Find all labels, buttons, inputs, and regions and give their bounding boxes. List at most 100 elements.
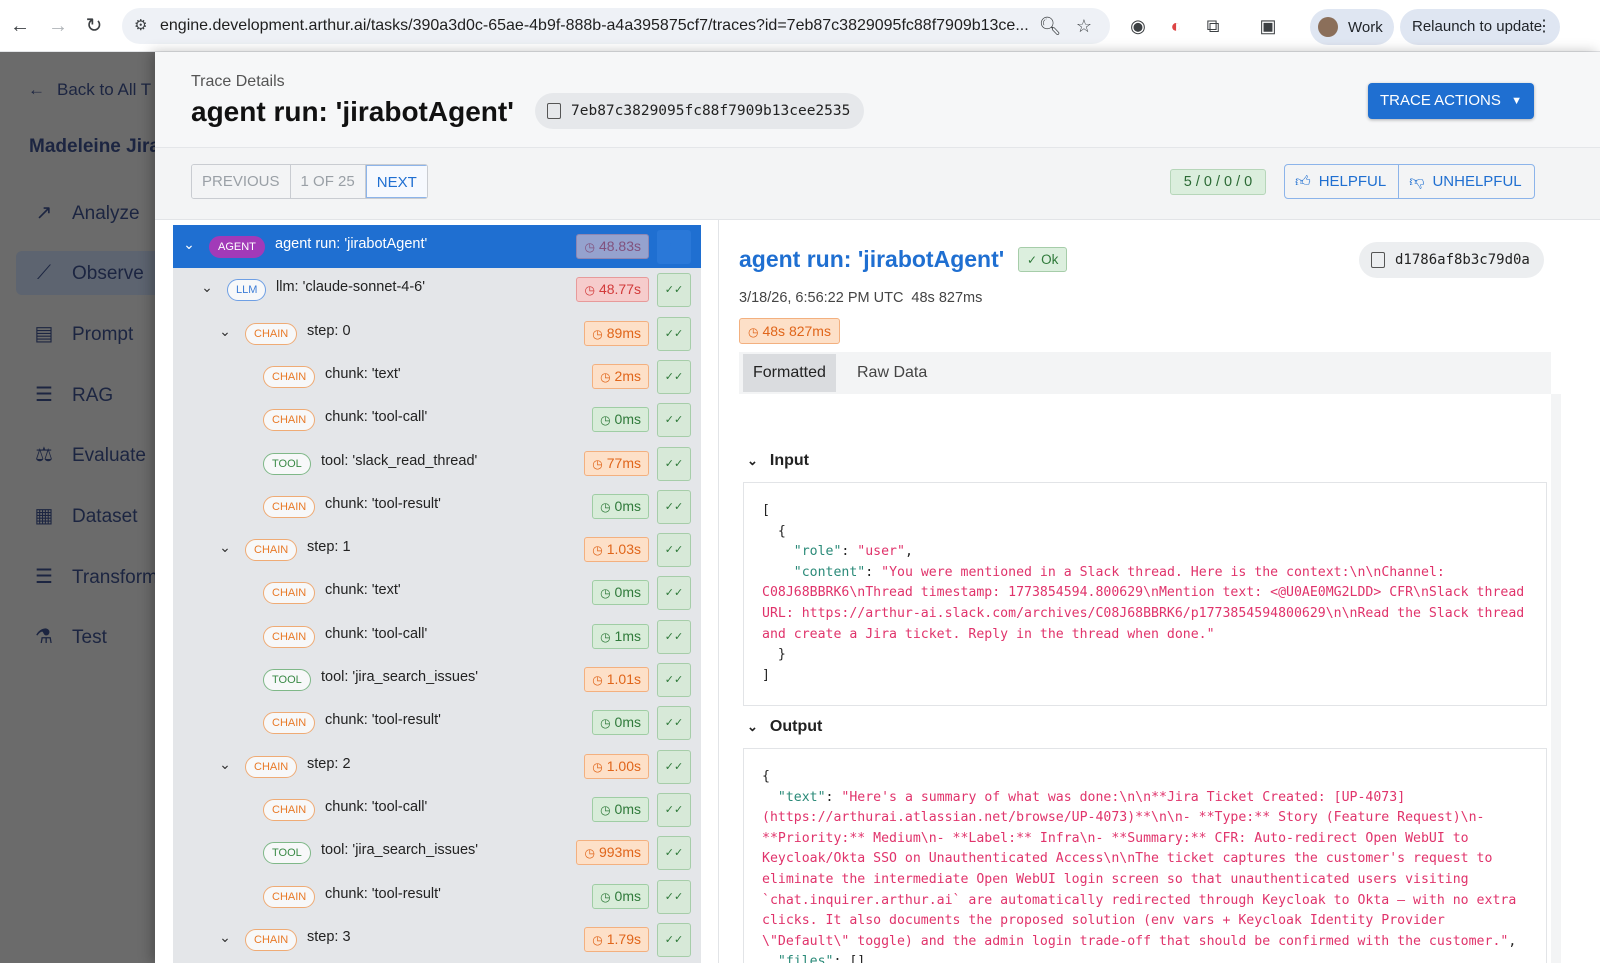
input-section-toggle[interactable]: ⌄ Input (747, 452, 809, 470)
chevron-down-icon[interactable]: ⌄ (217, 323, 233, 340)
tab-formatted[interactable]: Formatted (743, 354, 836, 392)
tree-row[interactable]: TOOL tool: 'slack_read_thread' ◷ 77ms ✓✓ (173, 442, 701, 485)
trace-actions-button[interactable]: TRACE ACTIONS ▼ (1368, 83, 1534, 119)
scrollbar[interactable] (1551, 394, 1561, 963)
sidebar-item-transform[interactable]: ☰ Transform (16, 555, 176, 599)
sidebar-item-observe[interactable]: ⟋ Observe (16, 251, 176, 295)
tree-row[interactable]: TOOL tool: 'jira_search_issues' ◷ 993ms ✓✓ (173, 831, 701, 874)
relaunch-label: Relaunch to update (1412, 18, 1543, 35)
double-check-icon[interactable]: ✓✓ (657, 663, 691, 697)
sidebar-item-prompt[interactable]: ▤ Prompt (16, 312, 176, 356)
tree-row[interactable]: ⌄ CHAIN step: 0 ◷ 89ms ✓✓ (173, 312, 701, 355)
media-icon[interactable]: ▣ (1256, 14, 1280, 38)
duration-badge: ◷ 1.79s (584, 926, 649, 952)
sidebar-item-test[interactable]: ⚗ Test (16, 615, 176, 659)
extension-color-icon[interactable]: ◐ (1164, 14, 1188, 38)
span-name: chunk: 'text' (325, 582, 401, 599)
previous-button[interactable]: PREVIOUS (192, 165, 291, 198)
double-check-icon[interactable]: ✓✓ (657, 576, 691, 611)
span-type-badge: CHAIN (263, 712, 316, 735)
back-arrow-icon[interactable]: ← (8, 14, 32, 38)
double-check-icon[interactable]: ✓✓ (657, 792, 691, 827)
tree-row[interactable]: ⌄ LLM llm: 'claude-sonnet-4-6' ◷ 48.77s ✓✓ (173, 268, 701, 311)
tree-row[interactable]: CHAIN chunk: 'tool-call' ◷ 0ms ✓✓ (173, 398, 701, 441)
bookmark-star-icon[interactable]: ☆ (1072, 14, 1096, 38)
helpful-button[interactable]: 👍︎ HELPFUL (1285, 165, 1400, 198)
duration-badge: ◷ 1ms (592, 623, 649, 649)
next-button[interactable]: NEXT (365, 165, 427, 198)
double-check-icon[interactable]: ✓✓ (657, 749, 691, 784)
trend-icon: ↗ (35, 202, 53, 224)
sidebar-item-analyze[interactable]: ↗ Analyze (16, 191, 176, 235)
duration-value: 2ms (614, 367, 641, 384)
tree-row[interactable]: CHAIN chunk: 'tool-result' ◷ 0ms ✓✓ (173, 485, 701, 528)
duration-badge: ◷ 0ms (592, 407, 649, 433)
span-id-chip[interactable]: d1786af8b3c79d0a (1359, 242, 1544, 278)
double-check-icon[interactable]: ✓✓ (657, 922, 691, 957)
profile-chip[interactable]: Work (1310, 9, 1394, 45)
tab-raw-data[interactable]: Raw Data (847, 354, 937, 392)
double-check-icon[interactable]: ✓✓ (657, 533, 691, 568)
chevron-down-icon[interactable]: ⌄ (217, 539, 233, 556)
output-section-toggle[interactable]: ⌄ Output (747, 718, 822, 736)
duration-value: 0ms (614, 887, 641, 904)
chevron-down-icon[interactable]: ⌄ (217, 756, 233, 773)
duration-value: 1ms (614, 627, 641, 644)
tree-row[interactable]: CHAIN chunk: 'tool-call' ◷ 1ms ✓✓ (173, 615, 701, 658)
puzzle-icon[interactable]: ⧉ (1201, 14, 1225, 38)
copy-icon[interactable] (1371, 252, 1385, 268)
back-link[interactable]: ← Back to All T (28, 80, 151, 100)
zoom-icon[interactable]: 🔍︎ (1038, 14, 1062, 38)
double-check-icon[interactable]: ✓✓ (657, 489, 691, 524)
duration-value: 48.77s (598, 281, 641, 298)
address-bar[interactable]: ⚙ engine.development.arthur.ai/tasks/390… (122, 8, 1110, 44)
chevron-down-icon[interactable]: ⌄ (199, 279, 215, 296)
double-check-icon[interactable]: ✓✓ (657, 619, 691, 654)
more-icon[interactable]: ⋮ (1536, 9, 1552, 45)
thumbs-up-icon: 👍︎ (1295, 173, 1311, 190)
sidebar-item-dataset[interactable]: ▦ Dataset (16, 494, 176, 538)
double-check-icon[interactable]: ✓✓ (657, 403, 691, 438)
tree-row[interactable]: ⌄ CHAIN step: 2 ◷ 1.00s ✓✓ (173, 745, 701, 788)
url-text[interactable]: engine.development.arthur.ai/tasks/390a3… (160, 17, 1040, 35)
json-key: "text" (777, 789, 826, 805)
tree-row[interactable]: ⌄ AGENT agent run: 'jirabotAgent' ◷ 48.83s ✓✓ (173, 225, 701, 268)
forward-arrow-icon[interactable]: → (46, 14, 70, 38)
tree-row[interactable]: ⌄ CHAIN step: 1 ◷ 1.03s ✓✓ (173, 528, 701, 571)
tree-row[interactable]: CHAIN chunk: 'tool-call' ◷ 0ms ✓✓ (173, 788, 701, 831)
page-position: 1 OF 25 (290, 165, 366, 198)
span-name: chunk: 'tool-result' (325, 712, 441, 729)
sidebar-item-label: Test (72, 627, 107, 648)
double-check-icon[interactable]: ✓✓ (657, 706, 691, 741)
duration-value: 1.79s (606, 930, 641, 947)
double-check-icon[interactable]: ✓✓ (657, 836, 691, 871)
chevron-down-icon[interactable]: ⌄ (217, 929, 233, 946)
double-check-icon[interactable]: ✓✓ (657, 879, 691, 914)
double-check-icon[interactable]: ✓✓ (657, 273, 691, 308)
sidebar-item-evaluate[interactable]: ⚖ Evaluate (16, 433, 176, 477)
tree-row[interactable]: TOOL tool: 'jira_search_issues' ◷ 1.01s ✓✓ (173, 658, 701, 701)
unhelpful-label: UNHELPFUL (1432, 173, 1522, 190)
tree-row[interactable]: CHAIN chunk: 'text' ◷ 2ms ✓✓ (173, 355, 701, 398)
double-check-icon[interactable]: ✓✓ (657, 230, 691, 264)
double-check-icon[interactable]: ✓✓ (657, 316, 691, 351)
code-token: [ (762, 503, 770, 518)
double-check-icon[interactable]: ✓✓ (657, 359, 691, 394)
chevron-down-icon[interactable]: ⌄ (181, 236, 197, 253)
copy-icon[interactable] (547, 103, 561, 119)
tree-row[interactable]: CHAIN chunk: 'tool-result' ◷ 0ms ✓✓ (173, 701, 701, 744)
double-check-icon[interactable]: ✓✓ (657, 446, 691, 481)
tree-row[interactable]: ⌄ CHAIN step: 3 ◷ 1.79s ✓✓ (173, 918, 701, 961)
trace-id-chip[interactable]: 7eb87c3829095fc88f7909b13cee2535 (535, 93, 865, 129)
site-settings-icon[interactable]: ⚙ (134, 16, 147, 34)
sidebar-item-rag[interactable]: ☰ RAG (16, 373, 176, 417)
reload-icon[interactable]: ↻ (82, 14, 106, 38)
tree-row[interactable]: CHAIN chunk: 'tool-result' ◷ 0ms ✓✓ (173, 875, 701, 918)
duration-value: 77ms (606, 454, 641, 471)
relaunch-button[interactable]: Relaunch to update ⋮ (1400, 9, 1560, 45)
tree-row[interactable]: CHAIN chunk: 'text' ◷ 0ms ✓✓ (173, 571, 701, 614)
span-name: step: 0 (307, 322, 351, 339)
duration-value: 1.03s (606, 541, 641, 558)
unhelpful-button[interactable]: 👎︎ UNHELPFUL (1399, 165, 1533, 198)
extension-icon[interactable]: ◉ (1126, 14, 1150, 38)
